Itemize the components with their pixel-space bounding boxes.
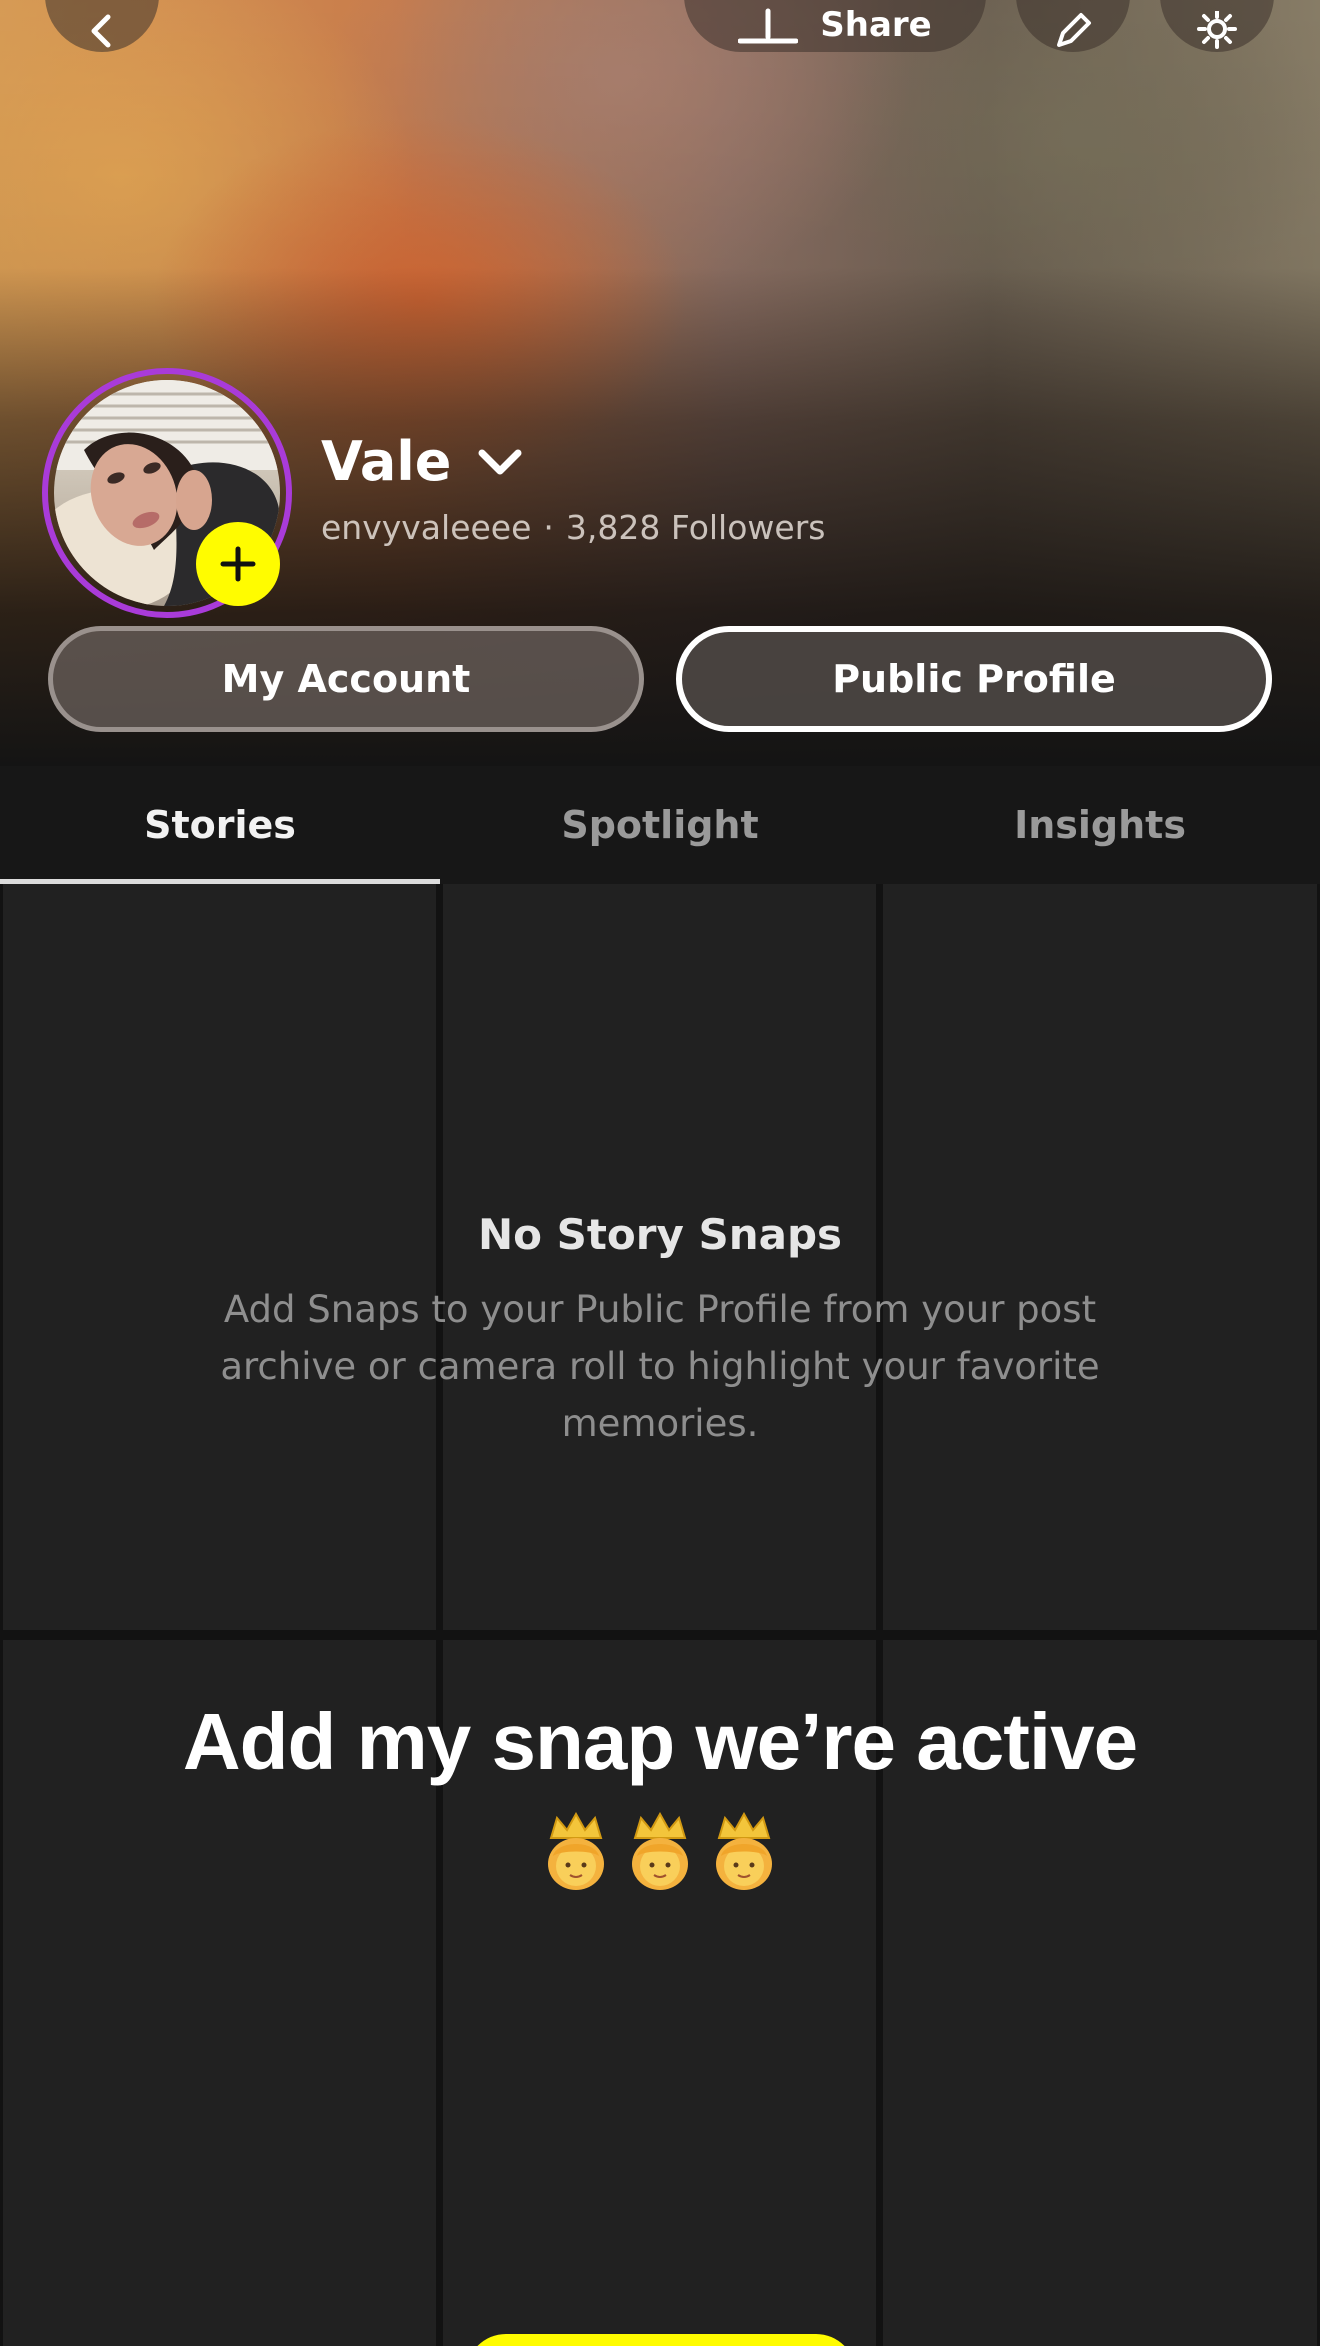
princess-emoji <box>548 1812 604 1890</box>
stories-grid <box>0 884 1320 2346</box>
public-profile-screen: Share Vale envyvaleeee · 3,828 Followers… <box>0 0 1320 2346</box>
profile-subline: envyvaleeee · 3,828 Followers <box>321 508 825 547</box>
separator-dot: · <box>543 508 554 547</box>
plus-icon <box>220 546 256 582</box>
tab-stories[interactable]: Stories <box>0 766 440 884</box>
tab-insights[interactable]: Insights <box>880 766 1320 884</box>
my-account-button[interactable]: My Account <box>48 626 644 732</box>
username: envyvaleeee <box>321 508 532 547</box>
chevron-down-icon <box>478 449 522 474</box>
overlay-caption: Add my snap we’re active <box>182 1697 1138 1786</box>
gear-icon <box>1197 11 1237 49</box>
empty-state: No Story Snaps Add Snaps to your Public … <box>0 1210 1320 1452</box>
chevron-left-icon <box>91 14 111 48</box>
profile-tabs: Stories Spotlight Insights <box>0 766 1320 884</box>
display-name: Vale <box>321 430 452 493</box>
princess-emoji <box>716 1812 772 1890</box>
overlay-emoji-row <box>0 1812 1320 1892</box>
princess-emoji <box>632 1812 688 1890</box>
add-story-button[interactable] <box>196 522 280 606</box>
empty-state-description: Add Snaps to your Public Profile from yo… <box>220 1288 1100 1445</box>
display-name-switcher[interactable]: Vale <box>321 430 523 493</box>
public-profile-button[interactable]: Public Profile <box>676 626 1272 732</box>
bottom-action-button[interactable] <box>466 2334 856 2346</box>
empty-state-title: No Story Snaps <box>477 1210 843 1259</box>
share-label: Share <box>820 5 932 45</box>
followers-count[interactable]: 3,828 Followers <box>566 508 826 547</box>
tab-spotlight[interactable]: Spotlight <box>440 766 880 884</box>
share-button[interactable]: Share <box>684 0 986 52</box>
pencil-icon <box>1057 13 1091 47</box>
share-upload-icon <box>738 8 799 44</box>
